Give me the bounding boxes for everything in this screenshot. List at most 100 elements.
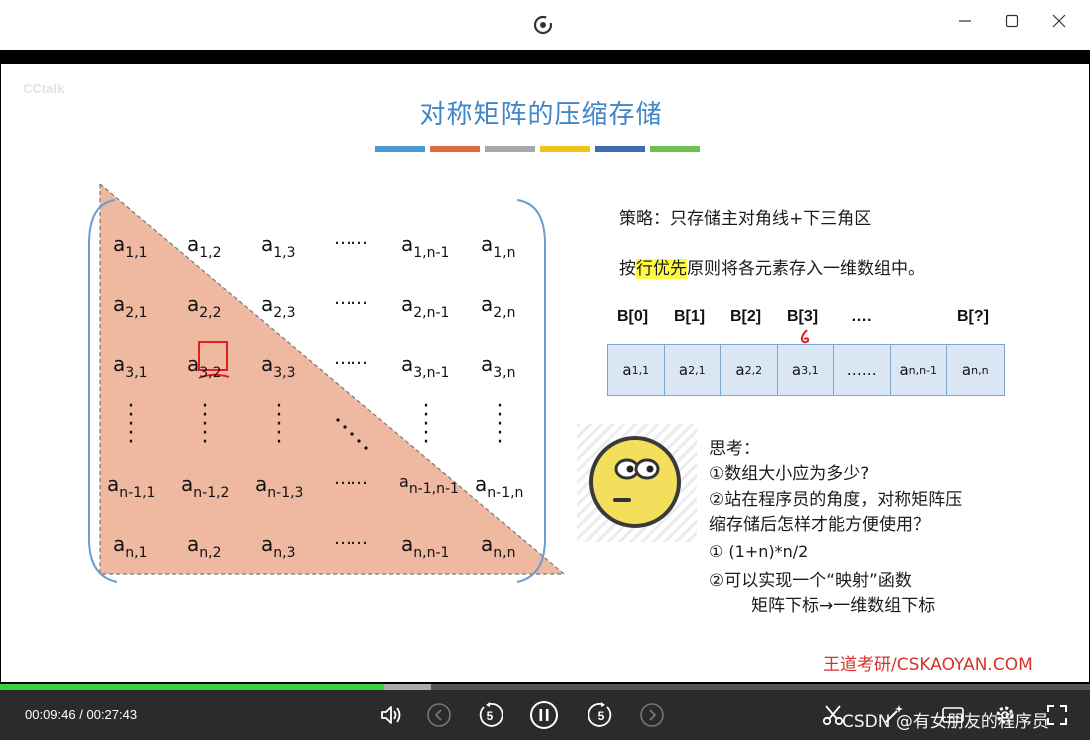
array-cell: a 2,2 [721, 345, 778, 395]
close-icon [1052, 14, 1066, 28]
array-index-label: B[2] [730, 308, 762, 325]
matrix-cell: an,n-1 [401, 532, 450, 561]
minimize-icon [959, 20, 971, 22]
answer-1: ① (1+n)*n/2 [709, 542, 809, 561]
minimize-button[interactable] [948, 8, 982, 34]
duration: 00:27:43 [86, 707, 138, 722]
principle-after: 原则将各元素存入一维数组中。 [687, 259, 925, 279]
think-question-2-line1: ②站在程序员的角度，对称矩阵压 [709, 490, 963, 510]
one-dim-array: a 1,1 a 2,1 a 2,2 a 3,1 …… a n,n-1 a n,n [607, 344, 1005, 396]
matrix-cell: a2,n-1 [401, 292, 450, 321]
matrix-cell: an-1,n [475, 472, 524, 501]
slide-title: 对称矩阵的压缩存储 [419, 100, 663, 130]
matrix-vdots: · · · · · [496, 394, 504, 455]
time-display: 00:09:46 / 00:27:43 [25, 707, 137, 722]
next-icon [640, 703, 664, 727]
array-cell: …… [834, 345, 891, 395]
matrix-hdots: …… [334, 528, 368, 549]
matrix-vdots: · · · · · [127, 394, 135, 455]
pause-icon [530, 701, 558, 729]
matrix-cell: a1,n-1 [401, 232, 450, 261]
matrix-cell: an-1,1 [107, 472, 156, 501]
matrix-cell: an,1 [113, 532, 148, 561]
matrix-hdots: …… [334, 228, 368, 249]
matrix-hdots: …… [334, 348, 368, 369]
array-cell: a 1,1 [608, 345, 665, 395]
array-cell: a 2,1 [664, 345, 721, 395]
answer-2-line1: ②可以实现一个“映射”函数 [709, 571, 912, 591]
think-question-2-line2: 缩存储后怎样才能方便使用？ [709, 515, 930, 535]
principle-text: 按行优先原则将各元素存入一维数组中。 [619, 254, 925, 279]
matrix-cell: an-1,3 [255, 472, 304, 501]
current-time: 00:09:46 [25, 707, 76, 722]
matrix-ddots [336, 418, 368, 450]
array-cell: a 3,1 [777, 345, 834, 395]
matrix-cell: an,n [481, 532, 516, 561]
array-cell: a n,n [947, 345, 1004, 395]
title-bar-5 [595, 146, 645, 152]
forward-5-icon: 5 [588, 702, 612, 727]
title-bar-3 [485, 146, 535, 152]
matrix-cell: an,3 [261, 532, 296, 561]
time-separator: / [79, 707, 83, 722]
matrix-vdots: · · · · · [275, 394, 283, 455]
video-area[interactable]: CCtalk 对称矩阵的压缩存储 a1,1 a1,2 a1,3 …… a1,n-… [0, 50, 1090, 684]
think-question-1: ①数组大小应为多少? [709, 464, 870, 484]
array-index-label: B[0] [617, 308, 649, 325]
principle-before: 按 [619, 259, 636, 279]
strategy-text: 策略：只存储主对角线+下三角区 [619, 209, 872, 229]
matrix-cell: a2,2 [187, 292, 222, 321]
matrix-cell: a1,3 [261, 232, 296, 261]
think-title: 思考： [709, 439, 760, 459]
matrix-cell: an-1,2 [181, 472, 230, 501]
close-button[interactable] [1042, 8, 1076, 34]
title-bar-4 [540, 146, 590, 152]
array-index-label: …. [851, 308, 872, 325]
volume-button[interactable] [376, 700, 406, 730]
brand-label: 王道考研/CSKAOYAN.COM [823, 655, 1033, 675]
matrix-cell: a2,n [481, 292, 516, 321]
array-index-label: B[?] [957, 308, 989, 325]
array-cell: a n,n-1 [890, 345, 947, 395]
forward-5-button[interactable]: 5 [586, 700, 616, 730]
title-bar [0, 0, 1090, 50]
matrix-cell: a1,1 [113, 232, 148, 261]
next-button[interactable] [637, 700, 667, 730]
array-index-label: B[3] [787, 308, 819, 325]
answer-2-line2: 矩阵下标→一维数组下标 [751, 596, 936, 616]
matrix-hdots: …… [334, 468, 368, 489]
pause-button[interactable] [529, 700, 559, 730]
matrix-cell: a2,1 [113, 292, 148, 321]
matrix-cell: an,2 [187, 532, 222, 561]
matrix-cell: a1,2 [187, 232, 222, 261]
player-window: CCtalk 对称矩阵的压缩存储 a1,1 a1,2 a1,3 …… a1,n-… [0, 0, 1090, 740]
lecture-slide: CCtalk 对称矩阵的压缩存储 a1,1 a1,2 a1,3 …… a1,n-… [1, 64, 1089, 682]
player-logo-icon [533, 15, 553, 35]
title-bar-1 [375, 146, 425, 152]
title-bar-6 [650, 146, 700, 152]
matrix-cell: a3,3 [261, 352, 296, 381]
array-index-label: B[1] [674, 308, 706, 325]
matrix-cell: an-1,n-1 [399, 472, 459, 497]
volume-icon [381, 706, 401, 724]
right-bracket [516, 199, 546, 583]
csdn-watermark: CSDN @有女朋友的程序员 [842, 712, 1049, 732]
matrix-cell: a3,n [481, 352, 516, 381]
control-bar: 00:09:46 / 00:27:43 5 5 CSDN @有女朋友的程序员 [0, 690, 1090, 740]
matrix-cell: a3,1 [113, 352, 148, 381]
matrix-cell: a1,n [481, 232, 516, 261]
matrix-cell: a2,3 [261, 292, 296, 321]
rewind-5-icon: 5 [479, 702, 503, 727]
rewind-5-button[interactable]: 5 [475, 700, 505, 730]
matrix-hdots: …… [334, 288, 368, 309]
previous-button[interactable] [424, 700, 454, 730]
title-bar-2 [430, 146, 480, 152]
matrix-vdots: · · · · · [201, 394, 209, 455]
matrix-cell-a32: a3,2 [187, 352, 222, 381]
thinking-face-icon [589, 436, 681, 528]
svg-text:5: 5 [487, 709, 494, 723]
row-major-highlight: 行优先 [636, 259, 687, 279]
maximize-button[interactable] [995, 8, 1029, 34]
svg-text:5: 5 [598, 709, 605, 723]
matrix-cell: a3,n-1 [401, 352, 450, 381]
